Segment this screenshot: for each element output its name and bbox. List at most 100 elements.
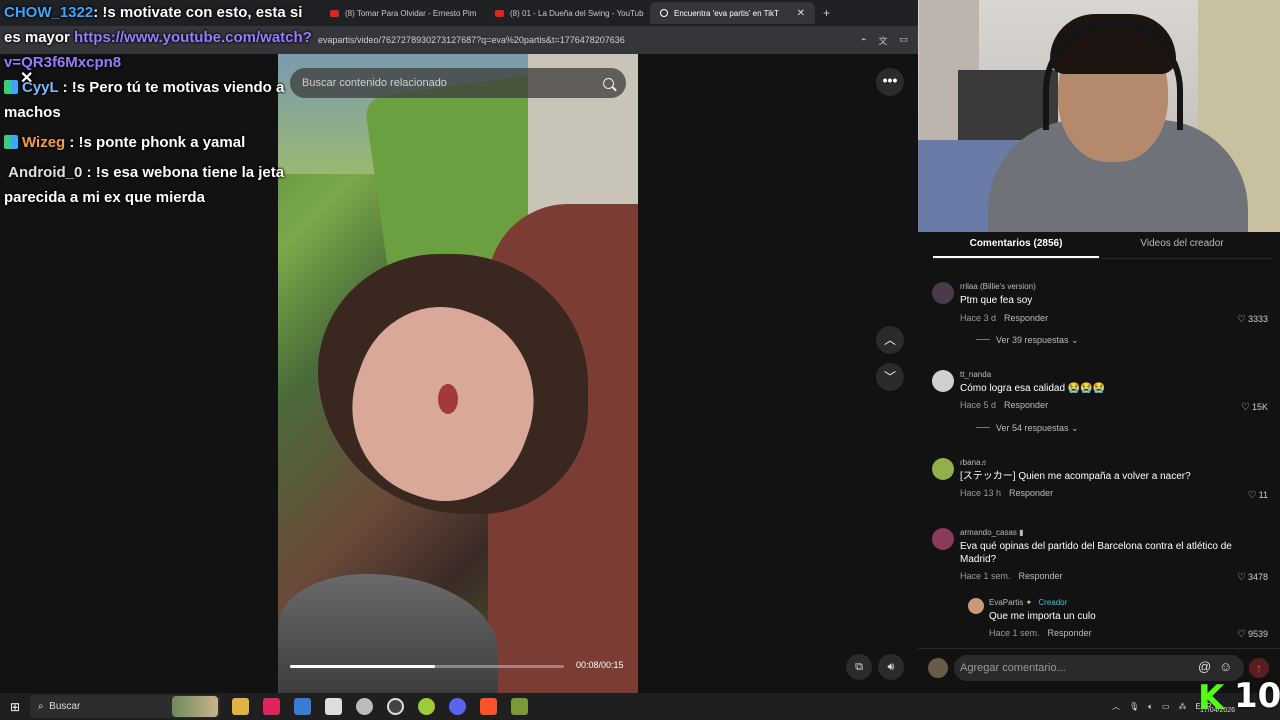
bluetooth-icon[interactable]: ⁂ [1179,702,1187,711]
mention-icon[interactable]: @ [1198,659,1211,674]
star-icon: ✦ [1023,598,1035,607]
translate-icon[interactable]: 文 [878,34,887,47]
brave-icon[interactable] [480,698,497,715]
tab-tiktok-search[interactable]: Encuentra 'eva partis' en TikT ✕ [650,2,815,24]
search-placeholder: Buscar contenido relacionado [302,77,447,89]
taskbar-search-label: Buscar [49,701,81,712]
like-count: 11 [1258,490,1268,500]
tab-comments[interactable]: Comentarios (2856) [933,232,1099,258]
heart-icon: ♡ [1237,572,1246,583]
comment-text: Que me importa un culo [989,611,1096,622]
reply-button[interactable]: Responder [1019,571,1063,581]
taskbar-search[interactable]: ⌕ Buscar [30,695,220,718]
video-player[interactable] [278,54,638,693]
view-replies-button[interactable]: Ver 54 respuestas ⌄ [976,423,1079,434]
new-tab-button[interactable]: + [823,6,830,20]
related-search-input[interactable]: Buscar contenido relacionado [290,68,626,98]
app-icon[interactable] [356,698,373,715]
comment-meta: Hace 13 h Responder [960,488,1053,498]
avatar[interactable] [932,370,954,392]
app-icon[interactable] [263,698,280,715]
cast-icon[interactable]: ▭ [899,34,908,47]
avatar[interactable] [968,598,984,614]
chat-message: Android_0 : !s esa webona tiene la jeta … [4,160,314,210]
like-button[interactable]: ♡ 3478 [1237,572,1268,583]
reply-button[interactable]: Responder [1004,313,1048,323]
like-button[interactable]: ♡ 3333 [1237,314,1268,325]
like-button[interactable]: ♡ 9539 [1237,629,1268,640]
comment-username[interactable]: armando_casas ▮ [960,528,1024,537]
windows-start-icon[interactable]: ⊞ [0,700,30,714]
view-replies-label: Ver 54 respuestas [996,423,1069,433]
subscriber-badge-icon [4,80,18,94]
network-icon[interactable]: ▭ [1162,702,1170,711]
like-button[interactable]: ♡ 11 [1248,490,1268,501]
send-comment-button[interactable]: ↑ [1249,658,1269,678]
comment-time: Hace 1 sem. [989,628,1040,638]
discord-icon[interactable] [449,698,466,715]
search-highlight-image [172,696,218,717]
comment-input-placeholder: Agregar comentario... [960,662,1066,674]
chat-username: CHOW_1322 [4,4,94,21]
chevron-up-icon[interactable]: ︿ [1112,701,1120,712]
video-frame-mouth [438,384,458,414]
video-progress-bar[interactable] [290,665,564,668]
comment-time: Hace 1 sem. [960,571,1011,581]
reply-button[interactable]: Responder [1004,400,1048,410]
video-frame-tree [278,574,498,693]
next-video-button[interactable]: ﹀ [876,363,904,391]
heart-icon: ♡ [1247,490,1257,501]
avatar[interactable] [932,458,954,480]
minecraft-icon[interactable] [511,698,528,715]
app-icon[interactable] [294,698,311,715]
close-icon[interactable]: ✕ [20,70,38,88]
comment-username[interactable]: rrilaa (Billie's version) [960,282,1036,291]
avatar[interactable] [932,282,954,304]
comment-meta: Hace 3 d Responder [960,313,1048,323]
comment-text: [ステッカー] Quien me acompaña a volver a nac… [960,471,1191,482]
address-bar-actions: ⌁ 文 ▭ [861,34,908,47]
app-icon[interactable] [418,698,435,715]
comment-username[interactable]: EvaPartis ✦ Creador [989,598,1067,607]
panel-tabs: Comentarios (2856) Videos del creador [933,232,1273,258]
volume-icon[interactable]: 🔊︎ [878,654,904,680]
wifi-off-icon[interactable]: ⌁ [861,34,866,47]
previous-video-button[interactable]: ︿ [876,326,904,354]
reply-button[interactable]: Responder [1048,628,1092,638]
video-progress-fill [290,665,436,668]
taskbar-search-icon: ⌕ [38,701,50,712]
reply-button[interactable]: Responder [1009,488,1053,498]
chat-message: Wizeg : !s ponte phonk a yamal [4,130,314,155]
tab-label: (8) 01 - La Dueña del Swing - YouTub [510,8,644,18]
search-icon[interactable] [603,77,614,89]
subscriber-badge-icon [4,135,18,149]
like-button[interactable]: ♡ 15K [1241,402,1268,413]
comment-meta: Hace 5 d Responder [960,400,1048,410]
speaker-icon[interactable]: 🔈︎ [1148,702,1153,712]
chat-username: Android_0 [8,164,83,181]
floating-player-icon[interactable]: ⧉ [846,654,872,680]
webcam-feed [918,0,1280,232]
emoji-icon[interactable]: ☺ [1219,659,1232,674]
comment-username[interactable]: tt_nanda [960,370,991,379]
file-explorer-icon[interactable] [232,698,249,715]
stream-chat-overlay: CHOW_1322: !s motivate con esto, esta si… [4,0,314,210]
comment-text: Cómo logra esa calidad 😭😭😭 [960,383,1106,394]
close-tab-icon[interactable]: ✕ [797,8,805,19]
system-tray: ︿ 🎙︎ 🔈︎ ▭ ⁂ ESP [1112,693,1212,720]
chat-message: CyyL : !s Pero tú te motivas viendo a ma… [4,75,314,125]
obs-icon[interactable] [387,698,404,715]
avatar[interactable] [932,528,954,550]
app-icon[interactable] [325,698,342,715]
comment-username[interactable]: ɾbana♬ [960,458,988,467]
like-count: 3333 [1247,314,1268,324]
mic-icon[interactable]: 🎙︎ [1129,702,1139,711]
heart-icon: ♡ [1237,629,1246,640]
tab-tomar-para-olvidar[interactable]: (8) Tomar Para Olvidar - Ernesto Pim [320,2,485,24]
tab-duena-del-swing[interactable]: (8) 01 - La Dueña del Swing - YouTub [485,2,650,24]
view-replies-button[interactable]: Ver 39 respuestas ⌄ [976,335,1079,346]
tab-creator-videos[interactable]: Videos del creador [1099,232,1265,258]
more-options-button[interactable]: ••• [876,68,904,96]
tab-label: Encuentra 'eva partis' en TikT [674,8,779,18]
creator-badge: Creador [1038,598,1068,607]
